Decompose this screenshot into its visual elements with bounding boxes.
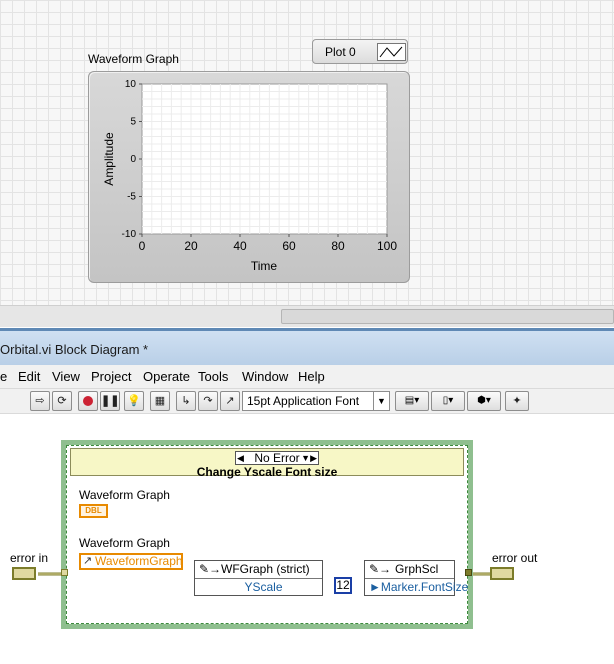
reference-arrow-icon: ↗ [83, 555, 93, 567]
y-axis-label: Amplitude [102, 132, 116, 186]
grphscl-property-node[interactable]: ✎→ GrphScl ►Marker.FontSize [364, 560, 468, 596]
align-objects-icon[interactable]: ▤▾ [395, 391, 429, 411]
x-tick-label: 40 [233, 239, 247, 253]
distribute-objects-icon[interactable]: ▯▾ [431, 391, 465, 411]
x-tick-label: 60 [282, 239, 296, 253]
wfgraph-property-node[interactable]: ✎→ WFGraph (strict) YScale [194, 560, 323, 596]
horizontal-scrollbar[interactable] [0, 305, 614, 327]
waveform-graph-ref-label: Waveform Graph [79, 536, 170, 550]
scrollbar-thumb[interactable] [281, 309, 614, 324]
case-error-tunnel-left[interactable] [61, 569, 68, 576]
clean-up-diagram-icon[interactable]: ✦ [505, 391, 529, 411]
menu-window[interactable]: Window [242, 369, 288, 384]
wfgraph-node-header: ✎→ WFGraph (strict) [195, 561, 322, 579]
yscale-property[interactable]: YScale [195, 579, 322, 595]
y-tick-label: 5 [130, 117, 136, 128]
block-diagram-window: Orbital.vi Block Diagram * e Edit View P… [0, 328, 614, 664]
plot-legend[interactable]: Plot 0 [312, 39, 408, 64]
x-tick-label: 0 [139, 239, 146, 253]
step-into-icon[interactable]: ↳ [176, 391, 196, 411]
plot-legend-label: Plot 0 [325, 45, 356, 59]
reorder-icon[interactable]: ⬢▾ [467, 391, 501, 411]
font-selector[interactable]: 15pt Application Font ▼ [242, 391, 390, 411]
menu-bar: e Edit View Project Operate Tools Window… [0, 365, 614, 389]
y-tick-labels: 10 5 0 -5 -10 [122, 79, 142, 240]
case-error-tunnel-right[interactable] [465, 569, 472, 576]
title-bar: Orbital.vi Block Diagram * [0, 331, 614, 365]
grphscl-class-label: GrphScl [395, 562, 439, 576]
highlight-execution-icon[interactable]: 💡 [124, 391, 144, 411]
property-key-icon-2: ✎→ [369, 562, 392, 576]
retain-wire-values-icon[interactable]: ▦ [150, 391, 170, 411]
pause-icon[interactable]: ❚❚ [100, 391, 120, 411]
x-axis-label: Time [251, 259, 278, 273]
y-tick-label: 10 [125, 79, 137, 90]
menu-edit[interactable]: Edit [18, 369, 40, 384]
toolbar: ⇨ ⟳ ❚❚ 💡 ▦ ↳ ↷ ↗ 15pt Application Font ▼… [0, 389, 614, 414]
plot-line-swatch-icon[interactable] [377, 43, 406, 61]
grphscl-node-header: ✎→ GrphScl [365, 561, 454, 579]
waveform-graph-refnum[interactable]: ↗ WaveformGraph [79, 553, 183, 570]
menu-project[interactable]: Project [91, 369, 131, 384]
y-tick-label: 0 [130, 154, 136, 165]
run-continuously-icon[interactable]: ⟳ [52, 391, 72, 411]
dbl-terminal[interactable]: DBL [79, 504, 108, 518]
run-arrow-icon[interactable]: ⇨ [30, 391, 50, 411]
wfgraph-class-label: WFGraph (strict) [221, 562, 310, 576]
property-key-icon: ✎→ [199, 562, 222, 576]
waveform-graph-svg: 10 5 0 -5 -10 0 20 40 60 80 100 Amplitude Time [102, 79, 397, 273]
error-out-label: error out [492, 551, 538, 565]
integer-constant[interactable]: 12 [334, 577, 352, 594]
window-title: Orbital.vi Block Diagram * [0, 342, 149, 357]
waveform-graph-label: Waveform Graph [79, 488, 170, 502]
error-in-terminal[interactable] [12, 567, 36, 580]
decrement-arrow-icon[interactable]: ◀ [237, 452, 244, 464]
x-tick-label: 20 [184, 239, 198, 253]
y-tick-label: -5 [127, 192, 136, 203]
step-over-icon[interactable]: ↷ [198, 391, 218, 411]
case-header: ◀ No Error ▼▶ Change Yscale Font size [70, 448, 464, 479]
x-tick-label: 100 [377, 239, 397, 253]
x-tick-labels: 0 20 40 60 80 100 [139, 234, 397, 253]
front-panel: Waveform Graph Plot 0 10 5 0 -5 -10 0 20 40 60 8… [0, 0, 614, 305]
case-selector-value: No Error [254, 451, 300, 465]
error-out-terminal[interactable] [490, 567, 514, 580]
menu-operate[interactable]: Operate [143, 369, 190, 384]
menu-tools[interactable]: Tools [198, 369, 228, 384]
abort-icon[interactable] [78, 391, 98, 411]
waveform-graph-refnum-label: WaveformGraph [95, 554, 183, 568]
waveform-graph[interactable]: 10 5 0 -5 -10 0 20 40 60 80 100 Amplitude Time [88, 71, 410, 283]
case-title: Change Yscale Font size [196, 465, 338, 479]
marker-fontsize-property[interactable]: ►Marker.FontSize [365, 579, 468, 595]
font-selector-label: 15pt Application Font [247, 394, 360, 408]
y-tick-label: -10 [122, 229, 137, 240]
menu-help[interactable]: Help [298, 369, 325, 384]
step-out-icon[interactable]: ↗ [220, 391, 240, 411]
menu-file[interactable]: e [0, 369, 7, 384]
menu-view[interactable]: View [52, 369, 80, 384]
marker-fontsize-label: Marker.FontSize [380, 580, 469, 594]
error-in-label: error in [10, 551, 49, 565]
chevron-down-icon: ▼ [373, 392, 389, 410]
x-tick-label: 80 [331, 239, 345, 253]
plot-grid [142, 84, 387, 234]
increment-arrow-icon[interactable]: ▼▶ [301, 452, 317, 464]
case-structure[interactable]: ◀ No Error ▼▶ Change Yscale Font size [61, 440, 473, 629]
graph-caption: Waveform Graph [88, 52, 179, 66]
case-selector[interactable]: ◀ No Error ▼▶ [235, 451, 319, 465]
